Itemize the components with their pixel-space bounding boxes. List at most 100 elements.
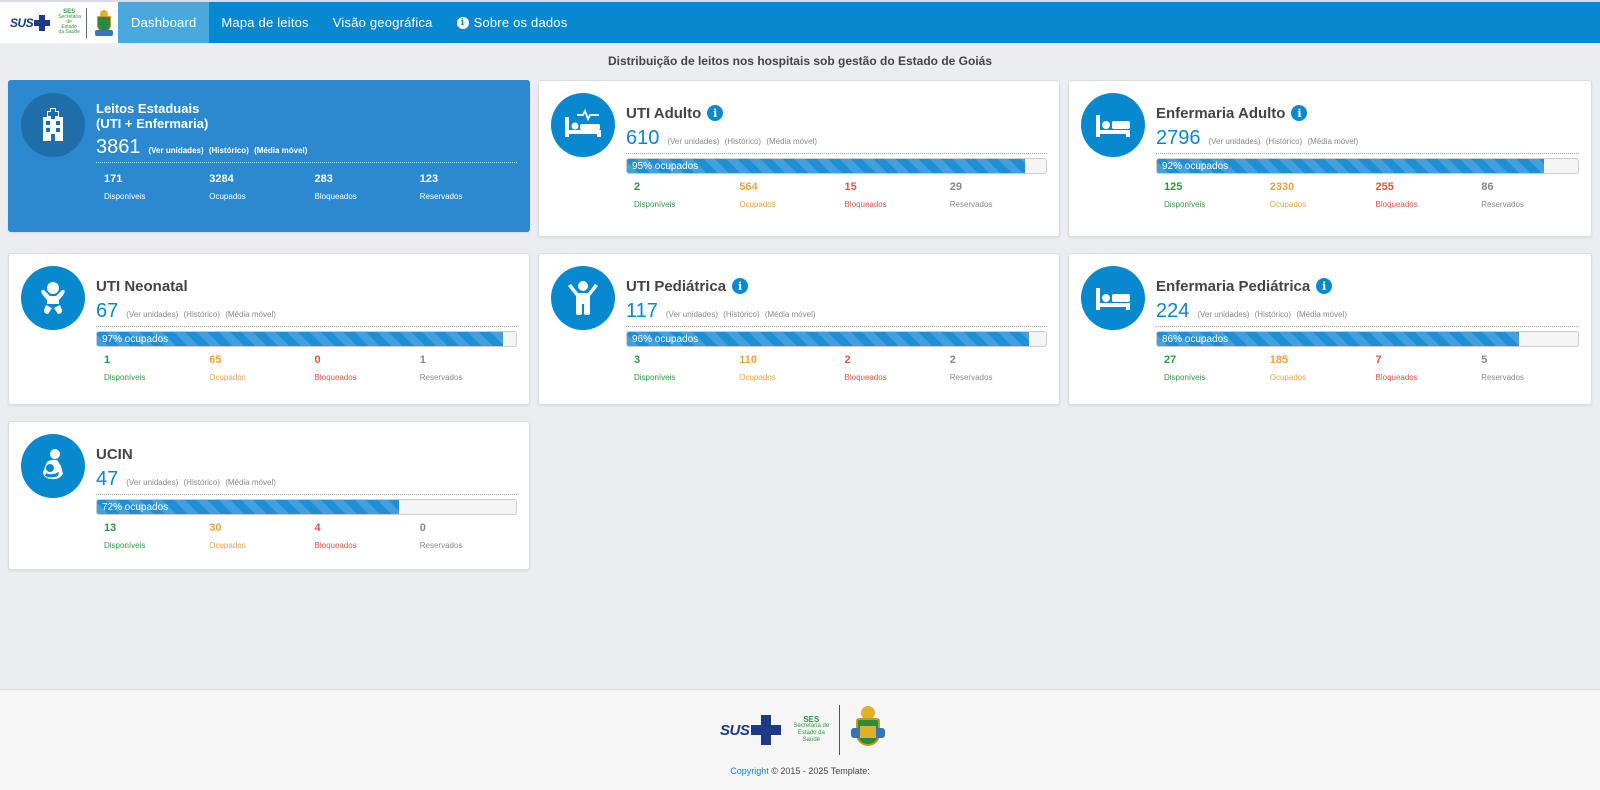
available-label: Disponíveis	[634, 200, 676, 209]
card-leitos-estaduais: Leitos Estaduais (UTI + Enfermaria) 3861…	[8, 80, 530, 232]
occupied-count: 3284	[209, 173, 234, 185]
stats-row: 27 Disponíveis 185 Ocupados 7 Bloqueados 5 R…	[1156, 354, 1579, 382]
logo-divider	[839, 705, 841, 755]
blocked-label: Bloqueados	[1375, 200, 1418, 209]
reserved-label: Reservados	[419, 541, 463, 550]
copyright-link[interactable]: Copyright	[730, 766, 769, 776]
ver-unidades-link[interactable]: (Ver unidades)	[149, 146, 204, 155]
card-title: UTI Pediátrica i	[626, 276, 1047, 296]
available-label: Disponíveis	[104, 373, 146, 382]
historico-link[interactable]: (Histórico)	[1266, 137, 1302, 146]
card-enfermaria-pediatrica: Enfermaria Pediátrica i 224 (Ver unidades…	[1068, 253, 1592, 405]
card-uti-neonatal: UTI Neonatal 67 (Ver unidades) (Históric…	[8, 253, 530, 405]
occupied-label: Ocupados	[209, 192, 246, 201]
media-movel-link[interactable]: (Média móvel)	[254, 146, 307, 155]
nav-sobre-os-dados[interactable]: i Sobre os dados	[445, 2, 580, 43]
blocked-count: 0	[314, 354, 321, 366]
brand-logos[interactable]: SUS SES Secretaria de Estado da Saúde	[0, 2, 118, 43]
media-movel-link[interactable]: (Média móvel)	[225, 310, 276, 319]
icu-bed-icon	[551, 93, 615, 157]
nav-mapa-de-leitos[interactable]: Mapa de leitos	[209, 2, 320, 43]
info-icon[interactable]: i	[1316, 278, 1333, 294]
card-title-text: UTI Neonatal	[96, 277, 188, 295]
card-title-text: Enfermaria Adulto	[1156, 104, 1286, 122]
card-title-text: UCIN	[96, 445, 133, 463]
total-beds: 2796	[1156, 127, 1201, 149]
nav-dashboard[interactable]: Dashboard	[118, 2, 210, 43]
historico-link[interactable]: (Histórico)	[1255, 310, 1291, 319]
blocked-count: 4	[314, 522, 321, 534]
occupancy-progress-fill: 95% ocupados	[627, 159, 1026, 173]
occupied-count: 185	[1269, 354, 1289, 366]
bed-icon	[1081, 93, 1145, 157]
occupancy-progress-bar: 97% ocupados	[96, 331, 517, 347]
reserved-count: 29	[949, 181, 962, 193]
ver-unidades-link[interactable]: (Ver unidades)	[666, 310, 718, 319]
reserved-count: 86	[1481, 181, 1494, 193]
media-movel-link[interactable]: (Média móvel)	[1296, 310, 1347, 319]
card-title: Leitos Estaduais (UTI + Enfermaria)	[96, 101, 517, 131]
historico-link[interactable]: (Histórico)	[723, 310, 759, 319]
reserved-count: 0	[419, 522, 426, 534]
ver-unidades-link[interactable]: (Ver unidades)	[126, 310, 178, 319]
historico-link[interactable]: (Histórico)	[184, 310, 220, 319]
stats-row: 1 Disponíveis 65 Ocupados 0 Bloqueados 1 Res…	[96, 354, 517, 382]
blocked-label: Bloqueados	[844, 373, 887, 382]
card-title-text: Enfermaria Pediátrica	[1156, 277, 1311, 295]
occupancy-progress-bar: 95% ocupados	[626, 158, 1047, 174]
media-movel-link[interactable]: (Média móvel)	[1307, 137, 1358, 146]
historico-link[interactable]: (Histórico)	[184, 478, 220, 487]
card-title-line1: Leitos Estaduais	[96, 101, 200, 116]
total-row: 3861 (Ver unidades) (Histórico) (Média m…	[96, 136, 517, 163]
ver-unidades-link[interactable]: (Ver unidades)	[1209, 137, 1261, 146]
reserved-count: 123	[419, 173, 439, 185]
occupied-count: 65	[209, 354, 222, 366]
sus-logo-text: SUS	[10, 15, 34, 30]
reserved-count: 2	[949, 354, 956, 366]
reserved-label: Reservados	[419, 192, 463, 201]
card-title-line2: (UTI + Enfermaria)	[96, 116, 209, 131]
total-row: 47 (Ver unidades) (Histórico) (Média móv…	[96, 468, 517, 495]
occupancy-progress-bar: 92% ocupados	[1156, 158, 1579, 174]
historico-link[interactable]: (Histórico)	[209, 146, 249, 155]
info-icon[interactable]: i	[707, 105, 724, 121]
ver-unidades-link[interactable]: (Ver unidades)	[1197, 310, 1249, 319]
sus-logo: SUS	[10, 14, 51, 31]
reserved-count: 1	[419, 354, 426, 366]
reserved-label: Reservados	[1481, 373, 1524, 382]
card-enfermaria-adulto: Enfermaria Adulto i 2796 (Ver unidades) (…	[1068, 80, 1592, 237]
blocked-label: Bloqueados	[844, 200, 887, 209]
reserved-label: Reservados	[1481, 200, 1524, 209]
info-icon[interactable]: i	[732, 278, 749, 294]
card-ucin: UCIN 47 (Ver unidades) (Histórico) (Médi…	[8, 421, 530, 570]
occupancy-progress-fill: 86% ocupados	[1157, 332, 1520, 346]
reserved-label: Reservados	[949, 200, 993, 209]
available-label: Disponíveis	[1164, 373, 1206, 382]
stats-row: 125 Disponíveis 2330 Ocupados 255 Bloqueado…	[1156, 181, 1579, 209]
occupancy-progress-fill: 96% ocupados	[627, 332, 1030, 346]
occupancy-progress-bar: 96% ocupados	[626, 331, 1047, 347]
occupied-count: 110	[739, 354, 757, 366]
ver-unidades-link[interactable]: (Ver unidades)	[667, 137, 719, 146]
media-movel-link[interactable]: (Média móvel)	[765, 310, 816, 319]
ses-logo: SES Secretaria de Estado da Saúde	[58, 9, 81, 35]
hospital-building-icon	[21, 93, 85, 157]
occupied-label: Ocupados	[1269, 200, 1307, 209]
occupied-count: 564	[739, 181, 758, 193]
total-beds: 117	[626, 300, 658, 322]
reserved-count: 5	[1481, 354, 1488, 366]
historico-link[interactable]: (Histórico)	[725, 137, 761, 146]
nav-visao-geografica[interactable]: Visão geográfica	[321, 2, 445, 43]
media-movel-link[interactable]: (Média móvel)	[225, 478, 276, 487]
ver-unidades-link[interactable]: (Ver unidades)	[126, 478, 178, 487]
ses-logo: SES Secretaria de Estado da Saúde	[791, 716, 831, 744]
blocked-count: 7	[1375, 354, 1382, 366]
goias-crest-icon	[93, 8, 115, 38]
goias-crest-icon	[848, 704, 888, 756]
nav-sobre-os-dados-label: Sobre os dados	[473, 15, 568, 30]
available-count: 1	[104, 354, 111, 366]
page-title: Distribuição de leitos nos hospitais sob…	[607, 54, 993, 68]
info-icon[interactable]: i	[1291, 105, 1308, 121]
top-navbar: SUS SES Secretaria de Estado da Saúde Da…	[0, 0, 1600, 43]
media-movel-link[interactable]: (Média móvel)	[766, 137, 817, 146]
